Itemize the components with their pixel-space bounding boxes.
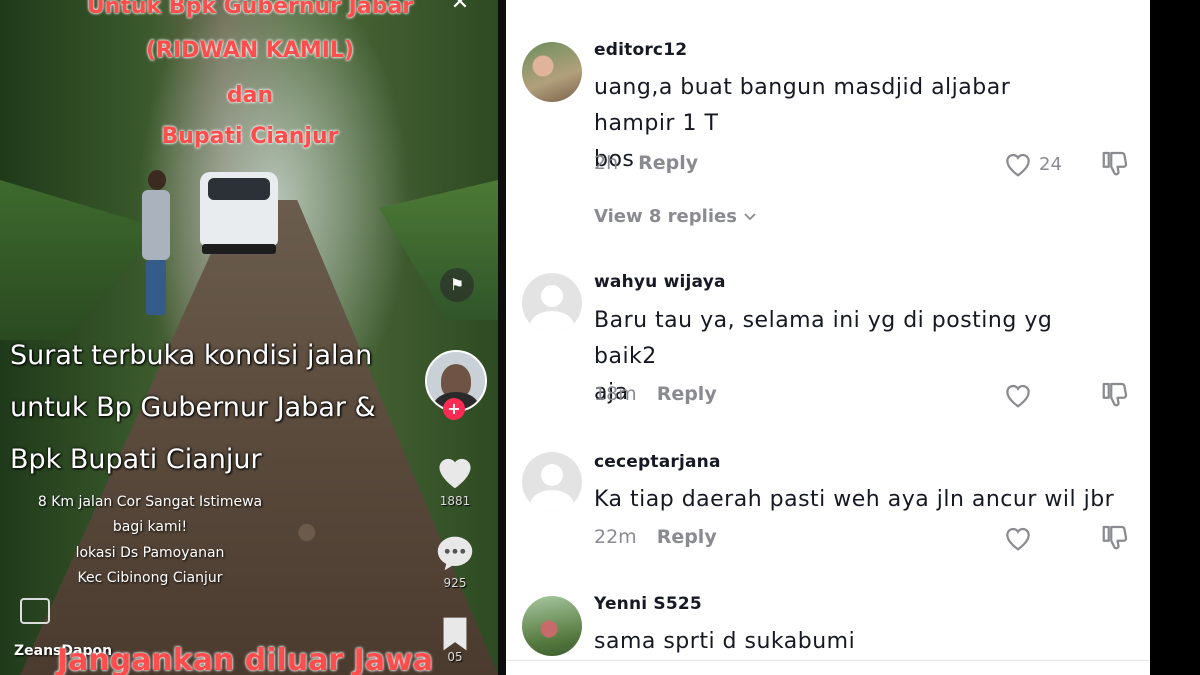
comment-like-button[interactable] [1003, 379, 1073, 411]
right-margin [1150, 0, 1200, 675]
overlay-text-line2: (RIDWAN KAMIL) [145, 38, 355, 63]
video-panel[interactable]: ✕ Untuk Bpk Gubernur Jabar (RIDWAN KAMIL… [0, 0, 498, 675]
avatar[interactable] [522, 452, 582, 512]
comment-username[interactable]: wahyu wijaya [594, 272, 726, 292]
caption-small-line4: Kec Cibinong Cianjur [77, 570, 223, 586]
tv-icon[interactable] [20, 598, 50, 624]
like-action[interactable]: 1881 [425, 452, 485, 508]
comment-time: 2h [594, 152, 619, 174]
avatar[interactable] [522, 273, 582, 333]
comment-text-line: Baru tau ya, selama ini yg di posting yg… [594, 308, 1053, 369]
comments-panel[interactable]: editorc12 uang,a buat bangun masdjid alj… [506, 0, 1150, 675]
heart-icon [1006, 527, 1030, 551]
reply-button[interactable]: Reply [638, 152, 698, 174]
heart-icon [1006, 384, 1030, 408]
overlay-text-bottom: Jangankan diluar Jawa [56, 643, 434, 675]
reply-button[interactable]: Reply [657, 383, 717, 405]
comment-time: 18m [594, 383, 637, 405]
overlay-text-line4: Bupati Cianjur [161, 124, 339, 149]
heart-icon [439, 458, 471, 489]
comment-text-line: uang,a buat bangun masdjid aljabar hampi… [594, 75, 1011, 136]
comment-action[interactable]: 925 [425, 534, 485, 590]
chevron-down-icon [744, 213, 756, 221]
follow-plus-button[interactable]: + [443, 398, 465, 420]
dislike-icon[interactable] [1100, 148, 1130, 178]
overlay-text-line3: dan [226, 83, 274, 108]
comment-text: Ka tiap daerah pasti weh aya jln ancur w… [594, 482, 1134, 518]
avatar[interactable] [522, 596, 582, 656]
comment-text-line: Ka tiap daerah pasti weh aya jln ancur w… [594, 487, 1115, 512]
view-replies-label: View 8 replies [594, 206, 737, 227]
comment-text: sama sprti d sukabumi [594, 624, 1054, 660]
comment-meta: 2h Reply [594, 152, 698, 174]
caption-line3: Bpk Bupati Cianjur [10, 444, 262, 475]
caption-small-line1: 8 Km jalan Cor Sangat Istimewa [37, 494, 263, 510]
comment-text-line: sama sprti d sukabumi [594, 629, 856, 654]
comment-meta: 22m Reply [594, 526, 717, 548]
panel-divider [498, 0, 506, 675]
comment-count: 925 [443, 576, 467, 590]
close-icon[interactable]: ✕ [445, 0, 475, 15]
comment-username[interactable]: editorc12 [594, 40, 687, 60]
white-car [200, 172, 278, 254]
grass-right [379, 180, 498, 320]
comment-input-bar[interactable] [506, 660, 1150, 675]
comment-meta: 18m Reply [594, 383, 717, 405]
caption-line1: Surat terbuka kondisi jalan [10, 340, 373, 371]
overlay-text-line1: Untuk Bpk Gubernur Jabar [86, 0, 414, 19]
like-count: 1881 [439, 494, 471, 508]
child-figure [140, 170, 172, 320]
view-replies-link[interactable]: View 8 replies [594, 206, 757, 227]
caption-small-line2: bagi kami! [112, 519, 188, 535]
comment-like-count: 24 [1039, 153, 1062, 175]
comment-username[interactable]: ceceptarjana [594, 452, 721, 472]
caption-small-line3: lokasi Ds Pamoyanan [75, 545, 225, 561]
comment-time: 22m [594, 526, 637, 548]
avatar[interactable] [522, 42, 582, 102]
dislike-icon[interactable] [1100, 379, 1130, 409]
grass-left [0, 180, 160, 340]
comment-icon [437, 536, 473, 571]
comment-like-button[interactable] [1003, 522, 1073, 554]
comment-username[interactable]: Yenni S525 [594, 594, 702, 614]
flag-icon[interactable]: ⚑ [440, 268, 474, 302]
heart-icon [1006, 153, 1030, 177]
caption-line2: untuk Bp Gubernur Jabar & [10, 392, 376, 423]
comment-like-button[interactable]: 24 [1003, 148, 1073, 180]
dislike-icon[interactable] [1100, 522, 1130, 552]
reply-button[interactable]: Reply [657, 526, 717, 548]
